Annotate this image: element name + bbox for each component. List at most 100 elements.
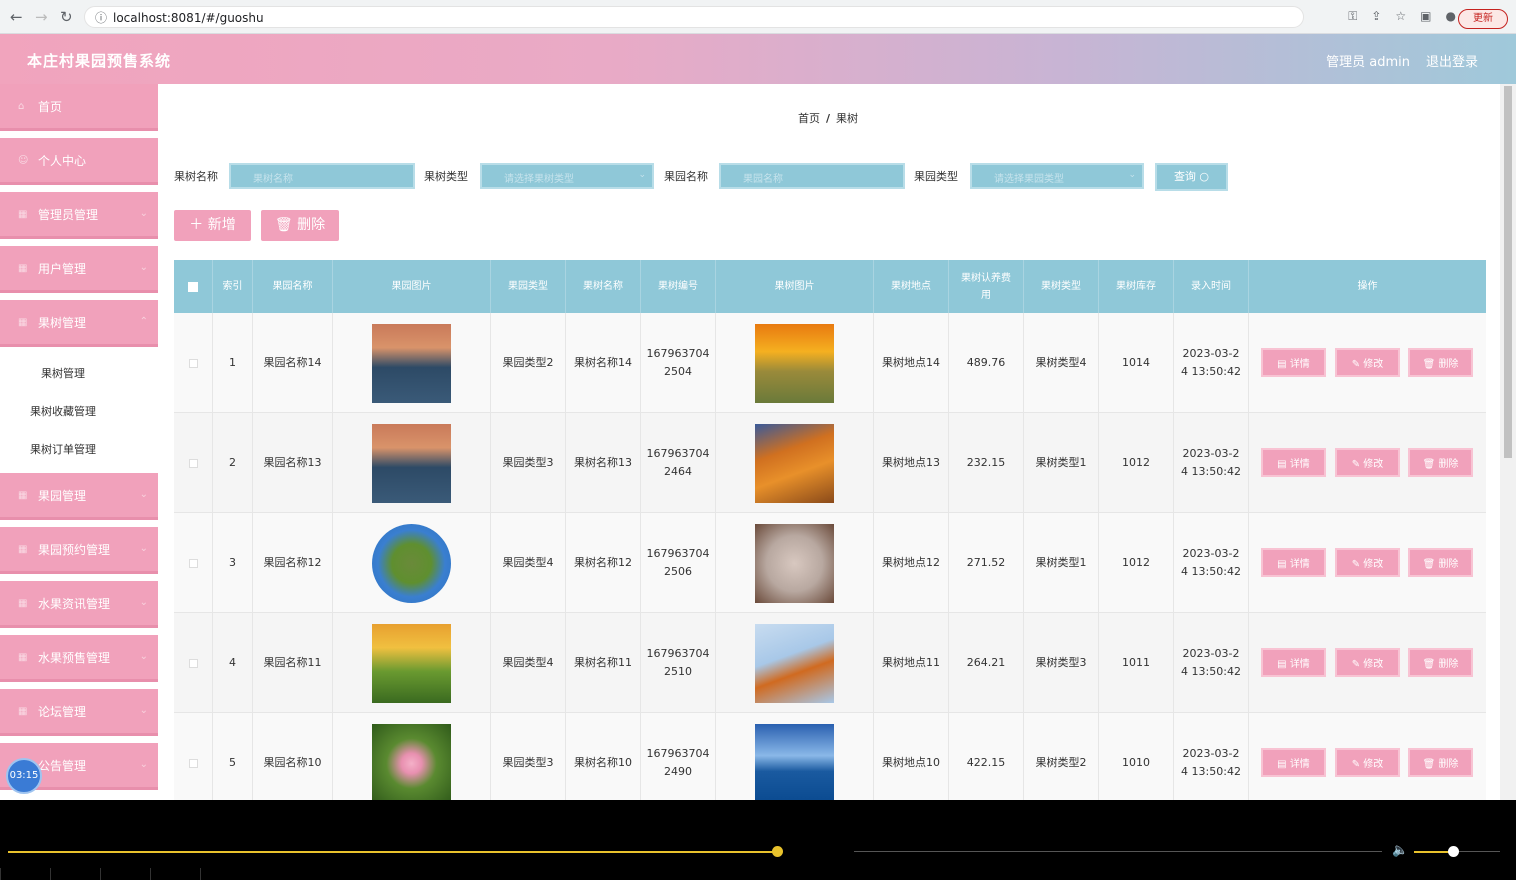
progress-fill[interactable]	[8, 851, 777, 853]
select-all-checkbox[interactable]	[188, 281, 198, 292]
tree-number-part: 167963704	[646, 447, 710, 460]
sidebar-item-admins[interactable]: ▦ 管理员管理 ⌄	[0, 192, 158, 239]
detail-label: 详情	[1289, 659, 1310, 670]
progress-handle[interactable]	[772, 846, 783, 857]
tree-number-part: 2510	[664, 665, 692, 678]
breadcrumb-separator: /	[826, 112, 831, 125]
cell-tree-number: 167963704 2464	[641, 413, 716, 513]
orchard-image[interactable]	[372, 623, 451, 703]
detail-button[interactable]: ▤ 详情	[1261, 348, 1326, 377]
header-index: 索引	[213, 260, 253, 313]
volume-icon[interactable]: 🔈	[1392, 843, 1408, 858]
volume-handle[interactable]	[1448, 846, 1459, 857]
row-checkbox[interactable]	[188, 558, 198, 568]
cell-tree-image	[716, 713, 874, 800]
tree-name-input[interactable]: 果树名称	[229, 163, 415, 189]
row-delete-button[interactable]: 🗑 删除	[1408, 748, 1473, 777]
orchard-image[interactable]	[372, 423, 451, 503]
tree-type-select[interactable]: 请选择果树类型 ⌄	[480, 163, 654, 189]
orchard-type-select[interactable]: 请选择果园类型 ⌄	[970, 163, 1144, 189]
detail-button[interactable]: ▤ 详情	[1261, 448, 1326, 477]
cell-index: 5	[213, 713, 253, 800]
sidepanel-icon[interactable]: ▣	[1420, 9, 1431, 24]
delete-button[interactable]: 🗑 删除	[261, 210, 339, 241]
edit-button[interactable]: ✎ 修改	[1335, 348, 1400, 377]
sidebar-item-label: 个人中心	[38, 153, 87, 168]
add-button[interactable]: ＋ 新增	[174, 210, 251, 241]
progress-track[interactable]	[854, 851, 1382, 852]
cell-tree-fee: 489.76	[949, 313, 1024, 413]
edit-button[interactable]: ✎ 修改	[1335, 448, 1400, 477]
sidebar-item-profile[interactable]: ☺ 个人中心	[0, 138, 158, 185]
detail-button[interactable]: ▤ 详情	[1261, 648, 1326, 677]
row-checkbox[interactable]	[188, 758, 198, 768]
sidebar-item-forum[interactable]: ▦ 论坛管理 ⌄	[0, 689, 158, 736]
star-icon[interactable]: ☆	[1395, 9, 1406, 24]
edit-button[interactable]: ✎ 修改	[1335, 748, 1400, 777]
back-icon[interactable]: ←	[10, 8, 23, 26]
profile-icon[interactable]: ●	[1446, 9, 1456, 24]
orchard-image[interactable]	[372, 723, 451, 800]
sidebar-item-orchards[interactable]: ▦ 果园管理 ⌄	[0, 473, 158, 520]
submenu-tree-favorites[interactable]: 果树收藏管理	[0, 392, 158, 430]
cell-orchard-type: 果园类型4	[491, 513, 566, 613]
tree-number-part: 2506	[664, 565, 692, 578]
tree-image[interactable]	[755, 423, 834, 503]
share-icon[interactable]: ⇪	[1371, 9, 1381, 24]
tree-image[interactable]	[755, 323, 834, 403]
update-button[interactable]: 更新	[1458, 9, 1508, 29]
submenu-tree-orders[interactable]: 果树订单管理	[0, 430, 158, 468]
cell-orchard-image	[333, 513, 491, 613]
row-checkbox[interactable]	[188, 658, 198, 668]
row-delete-button[interactable]: 🗑 删除	[1408, 548, 1473, 577]
submenu-tree-manage[interactable]: 果树管理	[0, 354, 158, 392]
row-checkbox[interactable]	[188, 358, 198, 368]
detail-button[interactable]: ▤ 详情	[1261, 748, 1326, 777]
sidebar-item-reservations[interactable]: ▦ 果园预约管理 ⌄	[0, 527, 158, 574]
time-part: 2023-03-2	[1182, 547, 1240, 560]
recording-timer: 03:15	[6, 758, 42, 794]
row-delete-button[interactable]: 🗑 删除	[1408, 348, 1473, 377]
reload-icon[interactable]: ↻	[60, 8, 73, 26]
scrollbar[interactable]	[1500, 84, 1516, 800]
sidebar-item-home[interactable]: ⌂ 首页	[0, 84, 158, 131]
logout-link[interactable]: 退出登录	[1426, 51, 1478, 70]
cell-operations: ▤ 详情 ✎ 修改 🗑 删除	[1249, 713, 1486, 800]
cell-tree-fee: 422.15	[949, 713, 1024, 800]
sidebar-item-users[interactable]: ▦ 用户管理 ⌄	[0, 246, 158, 293]
row-checkbox[interactable]	[188, 458, 198, 468]
orchard-image[interactable]	[372, 523, 451, 603]
sidebar-item-presale[interactable]: ▦ 水果预售管理 ⌄	[0, 635, 158, 682]
tree-number-part: 167963704	[646, 747, 710, 760]
detail-button[interactable]: ▤ 详情	[1261, 548, 1326, 577]
info-icon[interactable]: ⓘ	[95, 9, 107, 26]
row-delete-button[interactable]: 🗑 删除	[1408, 448, 1473, 477]
forward-icon[interactable]: →	[35, 8, 48, 26]
query-button[interactable]: 查询 ○	[1155, 163, 1228, 191]
address-bar[interactable]: ⓘ localhost:8081/#/guoshu	[84, 6, 1304, 28]
cell-orchard-type: 果园类型2	[491, 313, 566, 413]
home-icon: ⌂	[18, 100, 25, 112]
cell-tree-name: 果树名称10	[566, 713, 641, 800]
tree-image[interactable]	[755, 723, 834, 800]
volume-track[interactable]	[1454, 851, 1500, 852]
header-tree-place: 果树地点	[874, 260, 949, 313]
breadcrumb-home[interactable]: 首页	[798, 112, 820, 125]
key-icon[interactable]: ⚿	[1348, 9, 1357, 24]
orchard-name-input[interactable]: 果园名称	[719, 163, 905, 189]
tree-image[interactable]	[755, 523, 834, 603]
cell-tree-stock: 1010	[1099, 713, 1174, 800]
chevron-up-icon: ⌃	[139, 316, 148, 327]
placeholder: 请选择果园类型	[994, 174, 1064, 185]
edit-button[interactable]: ✎ 修改	[1335, 548, 1400, 577]
sidebar-item-news[interactable]: ▦ 水果资讯管理 ⌄	[0, 581, 158, 628]
row-delete-button[interactable]: 🗑 删除	[1408, 648, 1473, 677]
orchard-image[interactable]	[372, 323, 451, 403]
chevron-down-icon: ⌄	[139, 759, 148, 770]
sidebar-item-trees[interactable]: ▦ 果树管理 ⌃	[0, 300, 158, 347]
scrollbar-thumb[interactable]	[1504, 86, 1512, 458]
edit-button[interactable]: ✎ 修改	[1335, 648, 1400, 677]
filter-label-tree-name: 果树名称	[174, 170, 218, 183]
tree-image[interactable]	[755, 623, 834, 703]
chevron-down-icon: ⌄	[638, 170, 646, 180]
